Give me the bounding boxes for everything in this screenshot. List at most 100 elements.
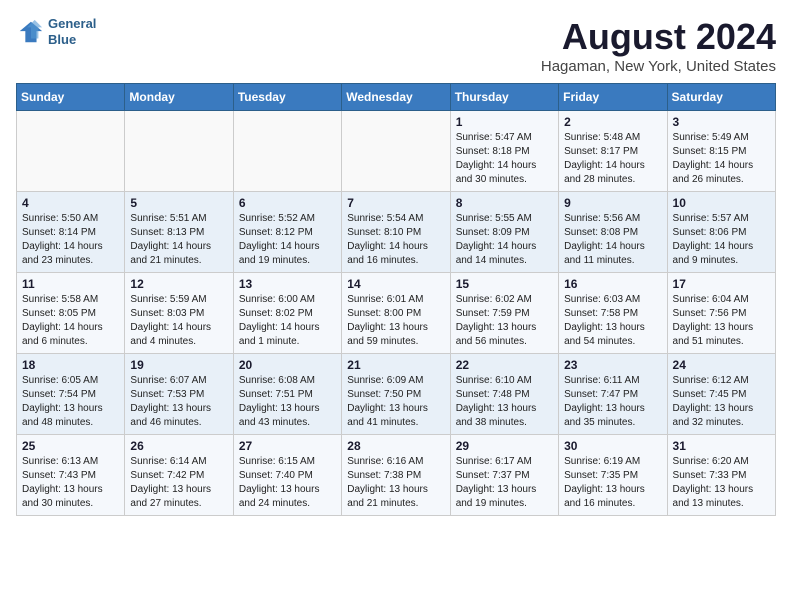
day-content: Sunrise: 5:52 AM Sunset: 8:12 PM Dayligh… xyxy=(239,212,336,268)
day-number: 13 xyxy=(239,277,336,291)
day-content: Sunrise: 6:08 AM Sunset: 7:51 PM Dayligh… xyxy=(239,374,336,430)
weekday-header-wednesday: Wednesday xyxy=(342,84,450,111)
day-number: 18 xyxy=(22,358,119,372)
day-number: 28 xyxy=(347,439,444,453)
day-cell: 17Sunrise: 6:04 AM Sunset: 7:56 PM Dayli… xyxy=(667,273,775,354)
day-number: 11 xyxy=(22,277,119,291)
day-content: Sunrise: 5:57 AM Sunset: 8:06 PM Dayligh… xyxy=(673,212,770,268)
day-content: Sunrise: 6:00 AM Sunset: 8:02 PM Dayligh… xyxy=(239,293,336,349)
day-cell: 10 Sunrise: 5:57 AM Sunset: 8:06 PM Dayli… xyxy=(667,192,775,273)
day-cell: 25 Sunrise: 6:13 AM Sunset: 7:43 PM Dayli… xyxy=(17,435,125,516)
calendar-body: 1Sunrise: 5:47 AM Sunset: 8:18 PM Daylig… xyxy=(17,111,776,516)
day-number: 26 xyxy=(130,439,227,453)
day-number: 23 xyxy=(564,358,661,372)
day-cell: 4Sunrise: 5:50 AM Sunset: 8:14 PM Daylig… xyxy=(17,192,125,273)
day-cell: 19Sunrise: 6:07 AM Sunset: 7:53 PM Dayli… xyxy=(125,354,233,435)
day-content: Sunrise: 6:19 AM Sunset: 7:35 PM Dayligh… xyxy=(564,455,661,511)
day-number: 6 xyxy=(239,196,336,210)
day-number: 7 xyxy=(347,196,444,210)
day-number: 3 xyxy=(673,115,770,129)
day-cell: 5 Sunrise: 5:51 AM Sunset: 8:13 PM Daylig… xyxy=(125,192,233,273)
calendar-table: SundayMondayTuesdayWednesdayThursdayFrid… xyxy=(16,83,776,516)
day-content: Sunrise: 6:10 AM Sunset: 7:48 PM Dayligh… xyxy=(456,374,553,430)
day-cell: 21 Sunrise: 6:09 AM Sunset: 7:50 PM Dayli… xyxy=(342,354,450,435)
day-number: 5 xyxy=(130,196,227,210)
day-number: 30 xyxy=(564,439,661,453)
day-content: Sunrise: 5:51 AM Sunset: 8:13 PM Dayligh… xyxy=(130,212,227,268)
day-number: 27 xyxy=(239,439,336,453)
day-content: Sunrise: 6:11 AM Sunset: 7:47 PM Dayligh… xyxy=(564,374,661,430)
header: General Blue August 2024 Hagaman, New Yo… xyxy=(16,16,776,75)
day-content: Sunrise: 6:20 AM Sunset: 7:33 PM Dayligh… xyxy=(673,455,770,511)
weekday-header-row: SundayMondayTuesdayWednesdayThursdayFrid… xyxy=(17,84,776,111)
day-content: Sunrise: 5:58 AM Sunset: 8:05 PM Dayligh… xyxy=(22,293,119,349)
day-number: 14 xyxy=(347,277,444,291)
day-number: 8 xyxy=(456,196,553,210)
day-cell: 24Sunrise: 6:12 AM Sunset: 7:45 PM Dayli… xyxy=(667,354,775,435)
day-cell: 31Sunrise: 6:20 AM Sunset: 7:33 PM Dayli… xyxy=(667,435,775,516)
day-cell: 23 Sunrise: 6:11 AM Sunset: 7:47 PM Dayli… xyxy=(559,354,667,435)
day-cell: 2Sunrise: 5:48 AM Sunset: 8:17 PM Daylig… xyxy=(559,111,667,192)
day-content: Sunrise: 6:05 AM Sunset: 7:54 PM Dayligh… xyxy=(22,374,119,430)
calendar-header: SundayMondayTuesdayWednesdayThursdayFrid… xyxy=(17,84,776,111)
day-number: 12 xyxy=(130,277,227,291)
day-content: Sunrise: 6:02 AM Sunset: 7:59 PM Dayligh… xyxy=(456,293,553,349)
day-cell: 16 Sunrise: 6:03 AM Sunset: 7:58 PM Dayli… xyxy=(559,273,667,354)
logo-line2: Blue xyxy=(48,32,96,48)
title-section: August 2024 Hagaman, New York, United St… xyxy=(541,16,776,75)
day-content: Sunrise: 6:17 AM Sunset: 7:37 PM Dayligh… xyxy=(456,455,553,511)
day-cell: 15 Sunrise: 6:02 AM Sunset: 7:59 PM Dayli… xyxy=(450,273,558,354)
day-number: 15 xyxy=(456,277,553,291)
weekday-header-saturday: Saturday xyxy=(667,84,775,111)
week-row-4: 18 Sunrise: 6:05 AM Sunset: 7:54 PM Dayli… xyxy=(17,354,776,435)
day-cell: 13 Sunrise: 6:00 AM Sunset: 8:02 PM Dayli… xyxy=(233,273,341,354)
day-content: Sunrise: 6:09 AM Sunset: 7:50 PM Dayligh… xyxy=(347,374,444,430)
day-cell: 30 Sunrise: 6:19 AM Sunset: 7:35 PM Dayli… xyxy=(559,435,667,516)
weekday-header-friday: Friday xyxy=(559,84,667,111)
day-content: Sunrise: 5:48 AM Sunset: 8:17 PM Dayligh… xyxy=(564,131,661,187)
day-number: 4 xyxy=(22,196,119,210)
day-content: Sunrise: 5:54 AM Sunset: 8:10 PM Dayligh… xyxy=(347,212,444,268)
day-content: Sunrise: 6:03 AM Sunset: 7:58 PM Dayligh… xyxy=(564,293,661,349)
logo-line1: General xyxy=(48,16,96,32)
day-cell xyxy=(342,111,450,192)
day-number: 16 xyxy=(564,277,661,291)
day-content: Sunrise: 6:15 AM Sunset: 7:40 PM Dayligh… xyxy=(239,455,336,511)
day-content: Sunrise: 6:04 AM Sunset: 7:56 PM Dayligh… xyxy=(673,293,770,349)
subtitle: Hagaman, New York, United States xyxy=(541,58,776,75)
logo: General Blue xyxy=(16,16,96,47)
day-cell: 9 Sunrise: 5:56 AM Sunset: 8:08 PM Daylig… xyxy=(559,192,667,273)
day-number: 21 xyxy=(347,358,444,372)
day-cell: 1Sunrise: 5:47 AM Sunset: 8:18 PM Daylig… xyxy=(450,111,558,192)
weekday-header-thursday: Thursday xyxy=(450,84,558,111)
day-cell: 27 Sunrise: 6:15 AM Sunset: 7:40 PM Dayli… xyxy=(233,435,341,516)
day-number: 19 xyxy=(130,358,227,372)
day-cell: 7 Sunrise: 5:54 AM Sunset: 8:10 PM Daylig… xyxy=(342,192,450,273)
weekday-header-sunday: Sunday xyxy=(17,84,125,111)
day-content: Sunrise: 6:13 AM Sunset: 7:43 PM Dayligh… xyxy=(22,455,119,511)
day-cell: 3 Sunrise: 5:49 AM Sunset: 8:15 PM Daylig… xyxy=(667,111,775,192)
day-cell: 20Sunrise: 6:08 AM Sunset: 7:51 PM Dayli… xyxy=(233,354,341,435)
week-row-3: 11 Sunrise: 5:58 AM Sunset: 8:05 PM Dayli… xyxy=(17,273,776,354)
day-content: Sunrise: 5:56 AM Sunset: 8:08 PM Dayligh… xyxy=(564,212,661,268)
day-content: Sunrise: 6:12 AM Sunset: 7:45 PM Dayligh… xyxy=(673,374,770,430)
day-number: 22 xyxy=(456,358,553,372)
day-cell: 22 Sunrise: 6:10 AM Sunset: 7:48 PM Dayli… xyxy=(450,354,558,435)
week-row-2: 4Sunrise: 5:50 AM Sunset: 8:14 PM Daylig… xyxy=(17,192,776,273)
day-cell xyxy=(233,111,341,192)
day-content: Sunrise: 6:01 AM Sunset: 8:00 PM Dayligh… xyxy=(347,293,444,349)
day-cell: 11 Sunrise: 5:58 AM Sunset: 8:05 PM Dayli… xyxy=(17,273,125,354)
day-cell: 26Sunrise: 6:14 AM Sunset: 7:42 PM Dayli… xyxy=(125,435,233,516)
weekday-header-monday: Monday xyxy=(125,84,233,111)
day-cell: 14 Sunrise: 6:01 AM Sunset: 8:00 PM Dayli… xyxy=(342,273,450,354)
day-number: 1 xyxy=(456,115,553,129)
day-content: Sunrise: 6:16 AM Sunset: 7:38 PM Dayligh… xyxy=(347,455,444,511)
day-number: 25 xyxy=(22,439,119,453)
day-content: Sunrise: 5:49 AM Sunset: 8:15 PM Dayligh… xyxy=(673,131,770,187)
week-row-5: 25 Sunrise: 6:13 AM Sunset: 7:43 PM Dayli… xyxy=(17,435,776,516)
day-number: 9 xyxy=(564,196,661,210)
day-content: Sunrise: 5:59 AM Sunset: 8:03 PM Dayligh… xyxy=(130,293,227,349)
day-cell: 12 Sunrise: 5:59 AM Sunset: 8:03 PM Dayli… xyxy=(125,273,233,354)
main-title: August 2024 xyxy=(541,16,776,58)
day-number: 10 xyxy=(673,196,770,210)
